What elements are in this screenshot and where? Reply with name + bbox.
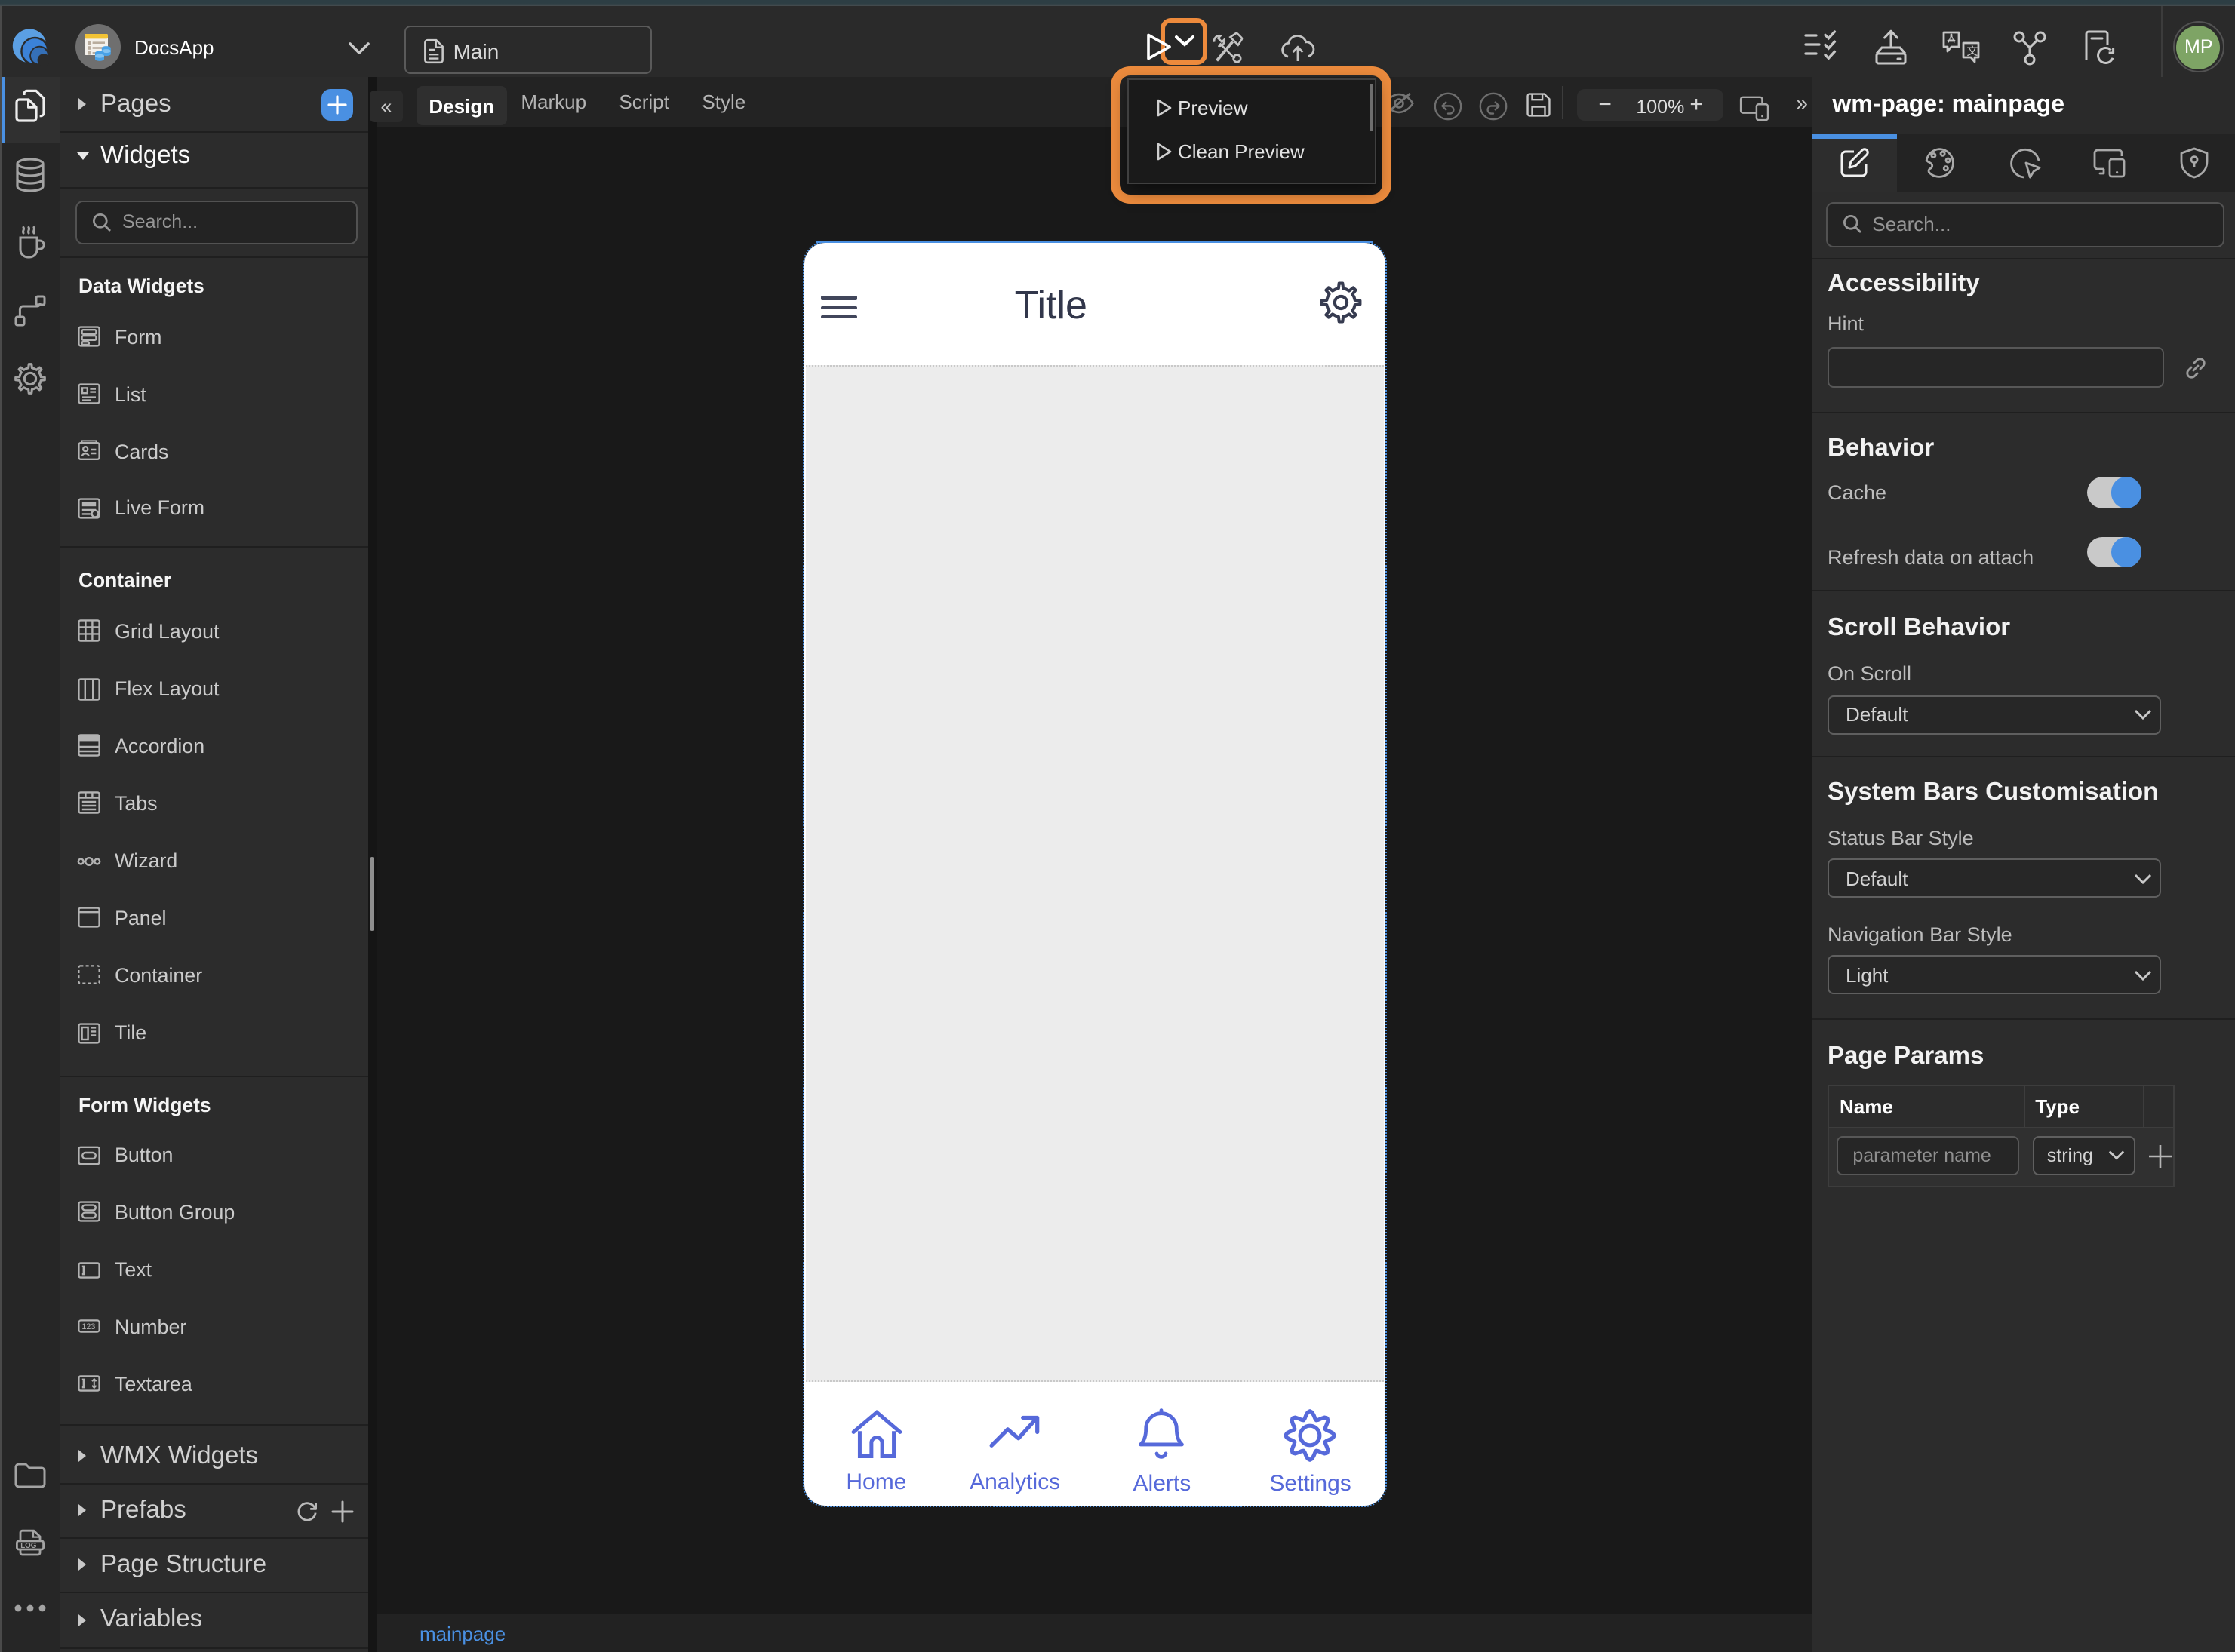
svg-text:文: 文 <box>1966 45 1978 57</box>
svg-text:A: A <box>1948 32 1955 45</box>
svg-text:123: 123 <box>81 1323 94 1332</box>
svg-text:LOG: LOG <box>20 1542 37 1550</box>
